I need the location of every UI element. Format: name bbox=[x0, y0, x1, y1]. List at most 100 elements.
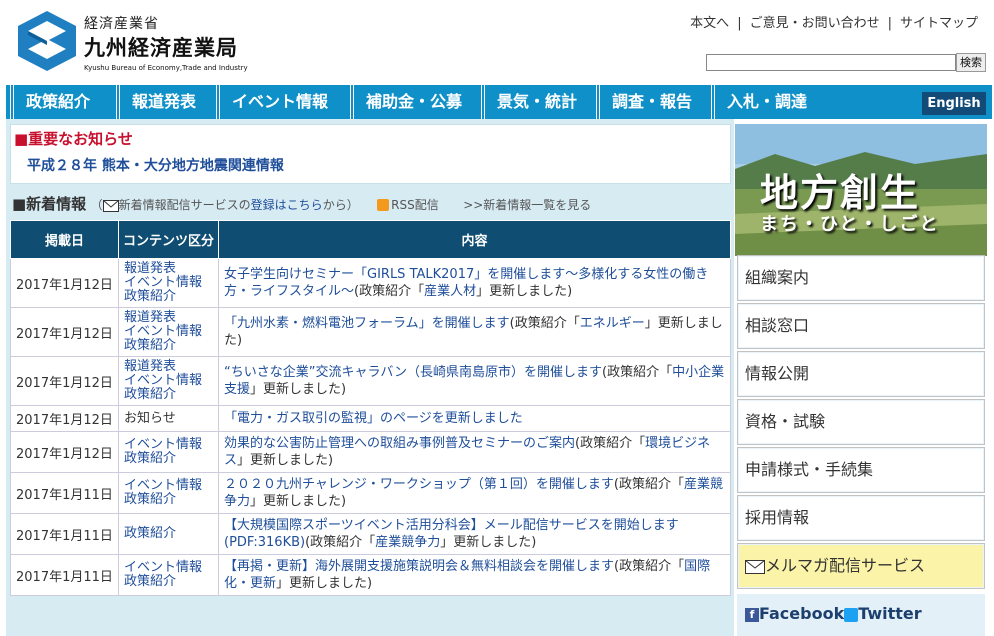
nav-reports[interactable]: 調査・報告 bbox=[596, 85, 692, 119]
sidebar-consultation-button[interactable]: 相談窓口 bbox=[737, 303, 985, 349]
banner-subtitle: まち・ひと・しごと bbox=[760, 214, 940, 235]
category-link[interactable]: 報道発表 bbox=[124, 262, 213, 276]
col-date: 掲載日 bbox=[10, 220, 119, 259]
category-link[interactable]: 政策紹介 bbox=[124, 339, 213, 353]
news-link[interactable]: 「電力・ガス取引の監視」のページを更新しました bbox=[224, 411, 523, 426]
banner-title: 地方創生 bbox=[760, 170, 921, 215]
regional-revitalization-banner[interactable]: 地方創生 まち・ひと・しごと bbox=[735, 124, 987, 256]
bureau-name: 九州経済産業局 bbox=[84, 36, 238, 60]
utility-links: 本文へ | ご意見・お問い合わせ | サイトマップ bbox=[690, 16, 978, 31]
news-categories: イベント情報 政策紹介 bbox=[118, 472, 219, 514]
policy-tag-link[interactable]: 産業人材 bbox=[424, 284, 476, 299]
news-categories: 報道発表 イベント情報 政策紹介 bbox=[118, 307, 219, 357]
category-link[interactable]: 報道発表 bbox=[124, 360, 213, 374]
category-link[interactable]: 政策紹介 bbox=[124, 388, 213, 402]
col-content: 内容 bbox=[218, 220, 731, 259]
facebook-link[interactable]: Facebook bbox=[759, 604, 844, 623]
nav-events[interactable]: イベント情報 bbox=[216, 85, 328, 119]
nav-bidding[interactable]: 入札・調達 bbox=[711, 85, 807, 119]
category-link[interactable]: 報道発表 bbox=[124, 311, 213, 325]
category-link[interactable]: イベント情報 bbox=[124, 561, 213, 575]
category-link[interactable]: 政策紹介 bbox=[124, 527, 213, 541]
news-link[interactable]: 「九州水素・燃料電池フォーラム」を開催します bbox=[224, 316, 510, 331]
search-input[interactable] bbox=[706, 54, 956, 71]
table-row: 2017年1月12日 イベント情報 政策紹介 効果的な公害防止管理への取組み事例普及セ… bbox=[10, 431, 731, 473]
news-date: 2017年1月11日 bbox=[10, 472, 119, 514]
mail-register-link[interactable]: 登録はこちら bbox=[251, 198, 323, 212]
contact-link[interactable]: ご意見・お問い合わせ bbox=[750, 16, 880, 31]
news-categories: 政策紹介 bbox=[118, 513, 219, 555]
category-link[interactable]: イベント情報 bbox=[124, 325, 213, 339]
update-note: 」更新しました) bbox=[237, 453, 334, 468]
policy-prefix: (政策紹介「 bbox=[602, 365, 673, 380]
twitter-icon bbox=[844, 607, 859, 622]
nav-statistics[interactable]: 景気・統計 bbox=[481, 85, 577, 119]
news-link[interactable]: 効果的な公害防止管理への取組み事例普及セミナーのご案内 bbox=[224, 436, 575, 451]
policy-tag-link[interactable]: 産業競争力 bbox=[375, 535, 440, 550]
category-link[interactable]: イベント情報 bbox=[124, 276, 213, 290]
table-row: 2017年1月12日 報道発表 イベント情報 政策紹介 「九州水素・燃料電池フォーラム」… bbox=[10, 307, 731, 357]
news-title: ■新着情報 bbox=[12, 195, 87, 213]
skip-to-content-link[interactable]: 本文へ bbox=[690, 16, 729, 31]
policy-prefix: (政策紹介「 bbox=[613, 477, 684, 492]
mail-icon bbox=[102, 199, 119, 212]
table-row: 2017年1月12日 お知らせ 「電力・ガス取引の監視」のページを更新しました bbox=[10, 405, 731, 432]
sidebar-forms-button[interactable]: 申請様式・手続集 bbox=[737, 447, 985, 493]
news-date: 2017年1月12日 bbox=[10, 356, 119, 406]
news-table-header: 掲載日 コンテンツ区分 内容 bbox=[10, 220, 731, 259]
policy-tag-link[interactable]: エネルギー bbox=[580, 316, 645, 331]
important-notice-title: ■重要なお知らせ bbox=[14, 130, 133, 148]
policy-prefix: (政策紹介「 bbox=[305, 535, 376, 550]
news-categories: イベント情報 政策紹介 bbox=[118, 554, 219, 596]
search-button[interactable]: 検索 bbox=[956, 53, 986, 72]
news-link[interactable]: ２０２０九州チャレンジ・ワークショップ（第１回）を開催します bbox=[224, 477, 614, 492]
sidebar-recruitment-button[interactable]: 採用情報 bbox=[737, 495, 985, 541]
rss-link[interactable]: RSS配信 bbox=[391, 198, 439, 212]
category-link[interactable]: 政策紹介 bbox=[124, 452, 213, 466]
category-link: お知らせ bbox=[124, 410, 176, 426]
table-row: 2017年1月12日 報道発表 イベント情報 政策紹介 女子学生向けセミナー「GIRLS… bbox=[10, 258, 731, 308]
update-note: 」更新しました) bbox=[476, 284, 573, 299]
news-list-link[interactable]: >>新着情報一覧を見る bbox=[463, 198, 591, 212]
category-link[interactable]: イベント情報 bbox=[124, 374, 213, 388]
mail-service-suffix: から） bbox=[322, 198, 359, 212]
bureau-logo-icon[interactable] bbox=[18, 11, 76, 71]
category-link[interactable]: イベント情報 bbox=[124, 479, 213, 493]
category-link[interactable]: 政策紹介 bbox=[124, 575, 213, 589]
news-categories: 報道発表 イベント情報 政策紹介 bbox=[118, 258, 219, 308]
nav-policy[interactable]: 政策紹介 bbox=[10, 85, 90, 119]
news-content: 「九州水素・燃料電池フォーラム」を開催します(政策紹介「エネルギー」更新しました… bbox=[218, 307, 731, 357]
main-nav: 政策紹介 報道発表 イベント情報 補助金・公募 景気・統計 調査・報告 入札・調… bbox=[6, 85, 992, 119]
news-content: 「電力・ガス取引の監視」のページを更新しました bbox=[218, 405, 731, 432]
category-link[interactable]: 政策紹介 bbox=[124, 493, 213, 507]
sidebar-qualifications-button[interactable]: 資格・試験 bbox=[737, 399, 985, 445]
twitter-link[interactable]: Twitter bbox=[858, 604, 921, 623]
policy-prefix: (政策紹介「 bbox=[614, 559, 685, 574]
news-date: 2017年1月12日 bbox=[10, 405, 119, 432]
bureau-name-en: Kyushu Bureau of Economy,Trade and Indus… bbox=[84, 64, 248, 72]
table-row: 2017年1月12日 報道発表 イベント情報 政策紹介 “ちいさな企業”交流キャラバン（… bbox=[10, 356, 731, 406]
site-header: 経済産業省 九州経済産業局 Kyushu Bureau of Economy,T… bbox=[0, 0, 994, 84]
table-row: 2017年1月11日 政策紹介 【大規模国際スポーツイベント活用分科会】メール配信サ… bbox=[10, 513, 731, 555]
sidebar-organization-button[interactable]: 組織案内 bbox=[737, 255, 985, 301]
news-categories: イベント情報 政策紹介 bbox=[118, 431, 219, 473]
earthquake-info-link[interactable]: 平成２８年 熊本・大分地方地震関連情報 bbox=[27, 155, 284, 175]
news-content: “ちいさな企業”交流キャラバン（長崎県南島原市）を開催します(政策紹介「中小企業… bbox=[218, 356, 731, 406]
nav-press[interactable]: 報道発表 bbox=[116, 85, 196, 119]
news-link[interactable]: 【再掲・更新】海外展開支援施策説明会＆無料相談会を開催します bbox=[224, 559, 614, 574]
logo-text[interactable]: 経済産業省 九州経済産業局 Kyushu Bureau of Economy,T… bbox=[84, 13, 248, 72]
category-link[interactable]: イベント情報 bbox=[124, 438, 213, 452]
facebook-icon: f bbox=[745, 607, 759, 622]
rss-icon bbox=[377, 199, 390, 211]
newsletter-label: メルマガ配信サービス bbox=[765, 556, 926, 575]
english-button[interactable]: English bbox=[922, 92, 986, 115]
sidebar-newsletter-button[interactable]: メルマガ配信サービス bbox=[737, 543, 985, 589]
sitemap-link[interactable]: サイトマップ bbox=[900, 16, 978, 31]
news-link[interactable]: “ちいさな企業”交流キャラバン（長崎県南島原市）を開催します bbox=[224, 365, 602, 380]
sidebar-disclosure-button[interactable]: 情報公開 bbox=[737, 351, 985, 397]
news-date: 2017年1月12日 bbox=[10, 307, 119, 357]
news-header: ■新着情報 （新着情報配信サービスの登録はこちらから） RSS配信 >>新着情報… bbox=[12, 195, 592, 213]
nav-subsidies[interactable]: 補助金・公募 bbox=[350, 85, 462, 119]
category-link[interactable]: 政策紹介 bbox=[124, 290, 213, 304]
update-note: 」更新しました) bbox=[440, 535, 537, 550]
